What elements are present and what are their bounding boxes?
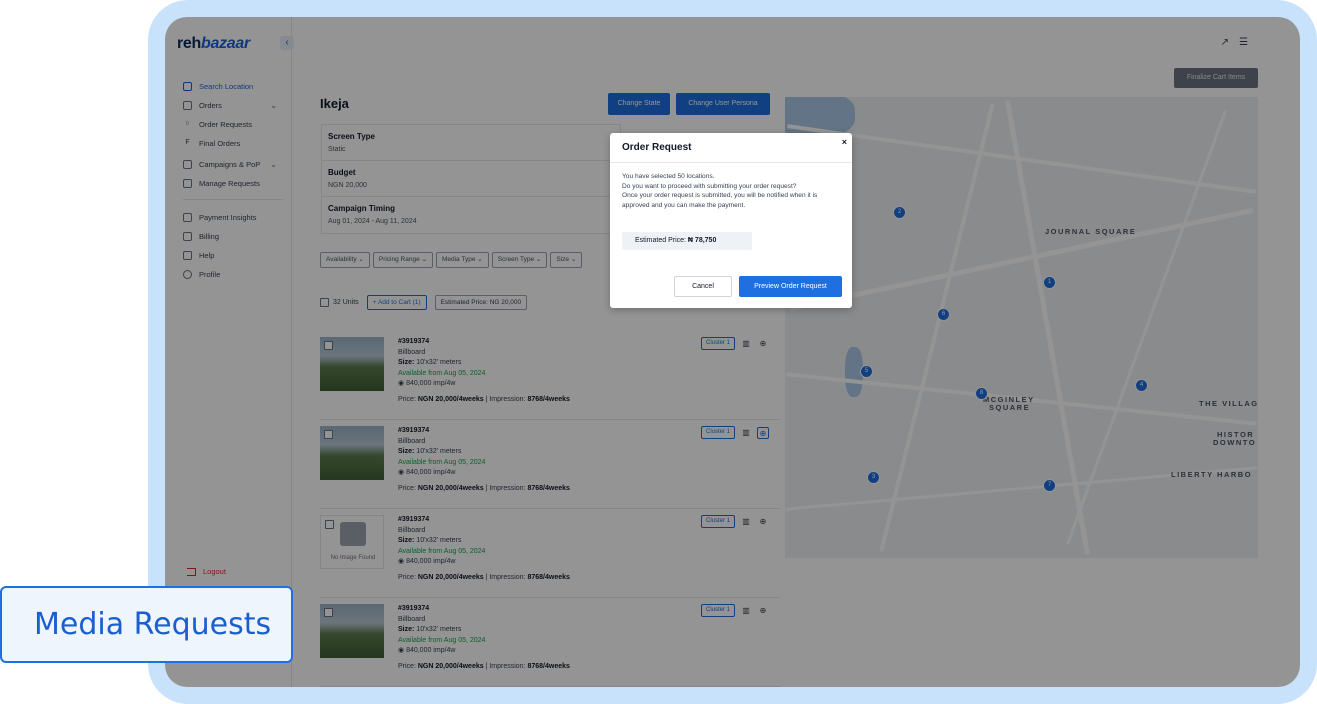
caption-text: Media Requests bbox=[34, 607, 272, 642]
caption-box: Media Requests bbox=[0, 586, 293, 663]
modal-line: Once your order request is submitted, yo… bbox=[622, 192, 818, 209]
cancel-button[interactable]: Cancel bbox=[674, 276, 732, 297]
modal-body: You have selected 50 locations. Do you w… bbox=[622, 172, 844, 210]
preview-order-request-button[interactable]: Preview Order Request bbox=[739, 276, 842, 297]
modal-title: Order Request bbox=[622, 142, 692, 153]
order-request-modal: Order Request × You have selected 50 loc… bbox=[610, 133, 852, 308]
modal-backdrop[interactable] bbox=[165, 17, 1300, 687]
modal-line: You have selected 50 locations. bbox=[622, 173, 715, 180]
est-label: Estimated Price: bbox=[635, 237, 686, 244]
modal-line: Do you want to proceed with submitting y… bbox=[622, 182, 797, 190]
modal-divider bbox=[610, 162, 852, 163]
estimated-price-box: Estimated Price: ₦ 78,750 bbox=[622, 232, 752, 250]
est-value: ₦ 78,750 bbox=[687, 237, 717, 244]
close-icon[interactable]: × bbox=[842, 137, 847, 147]
app-screen: rehbazaar ‹ Search Location Orders ⌄ ○ Ord… bbox=[165, 17, 1300, 687]
